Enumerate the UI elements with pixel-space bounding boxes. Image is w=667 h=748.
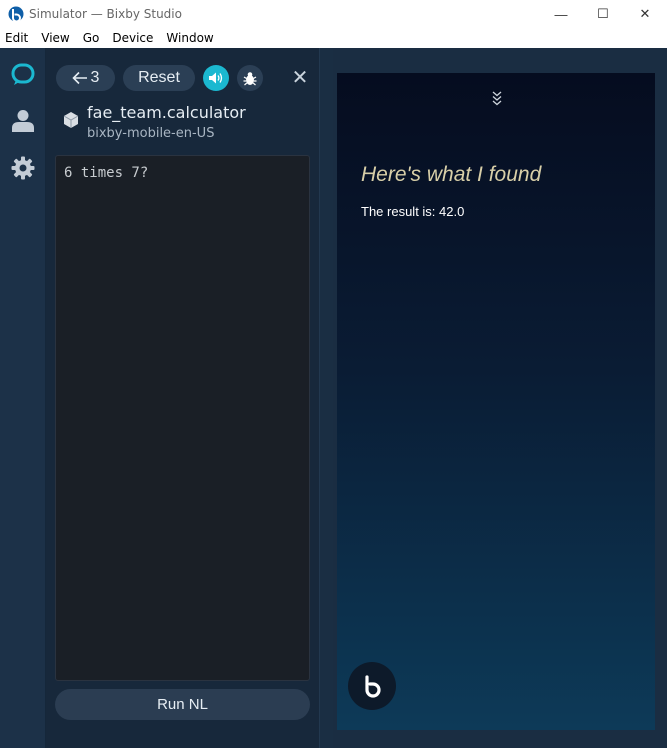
speaker-icon (209, 72, 223, 84)
left-rail (0, 48, 46, 748)
chevron-down-icon[interactable] (490, 90, 504, 106)
run-nl-button[interactable]: Run NL (55, 689, 310, 720)
menu-go[interactable]: Go (83, 31, 100, 45)
back-button[interactable]: 3 (56, 65, 115, 91)
bug-icon (243, 71, 257, 85)
menu-bar: Edit View Go Device Window (0, 28, 667, 48)
menu-edit[interactable]: Edit (5, 31, 28, 45)
utterance-text: 6 times 7? (64, 165, 149, 181)
bixby-studio-logo-icon (8, 6, 24, 22)
debug-button[interactable] (237, 65, 263, 91)
utterance-editor[interactable]: 6 times 7? (55, 155, 310, 681)
capsule-cube-icon (63, 112, 79, 128)
close-panel-button[interactable]: ✕ (290, 68, 310, 88)
result-heading: Here's what I found (361, 163, 542, 186)
back-count: 3 (90, 69, 100, 86)
sound-toggle-button[interactable] (203, 65, 229, 91)
arrow-left-icon (71, 71, 87, 85)
bixby-logo-icon (365, 675, 381, 698)
panel-divider[interactable] (319, 48, 333, 748)
minimize-button[interactable]: — (538, 0, 584, 28)
capsule-target: bixby-mobile-en-US (87, 126, 215, 141)
user-icon[interactable] (11, 108, 35, 132)
menu-window[interactable]: Window (166, 31, 213, 45)
title-bar: Simulator — Bixby Studio — ☐ ✕ (0, 0, 667, 28)
bixby-button[interactable] (348, 662, 396, 710)
menu-device[interactable]: Device (112, 31, 153, 45)
menu-view[interactable]: View (41, 31, 69, 45)
close-window-button[interactable]: ✕ (622, 0, 667, 28)
bixby-chat-icon[interactable] (11, 62, 35, 86)
gear-icon[interactable] (11, 156, 35, 180)
result-text: The result is: 42.0 (361, 204, 465, 219)
maximize-button[interactable]: ☐ (580, 0, 626, 28)
window-title: Simulator — Bixby Studio (29, 7, 182, 21)
reset-button[interactable]: Reset (123, 65, 195, 91)
capsule-name: fae_team.calculator (87, 103, 246, 122)
